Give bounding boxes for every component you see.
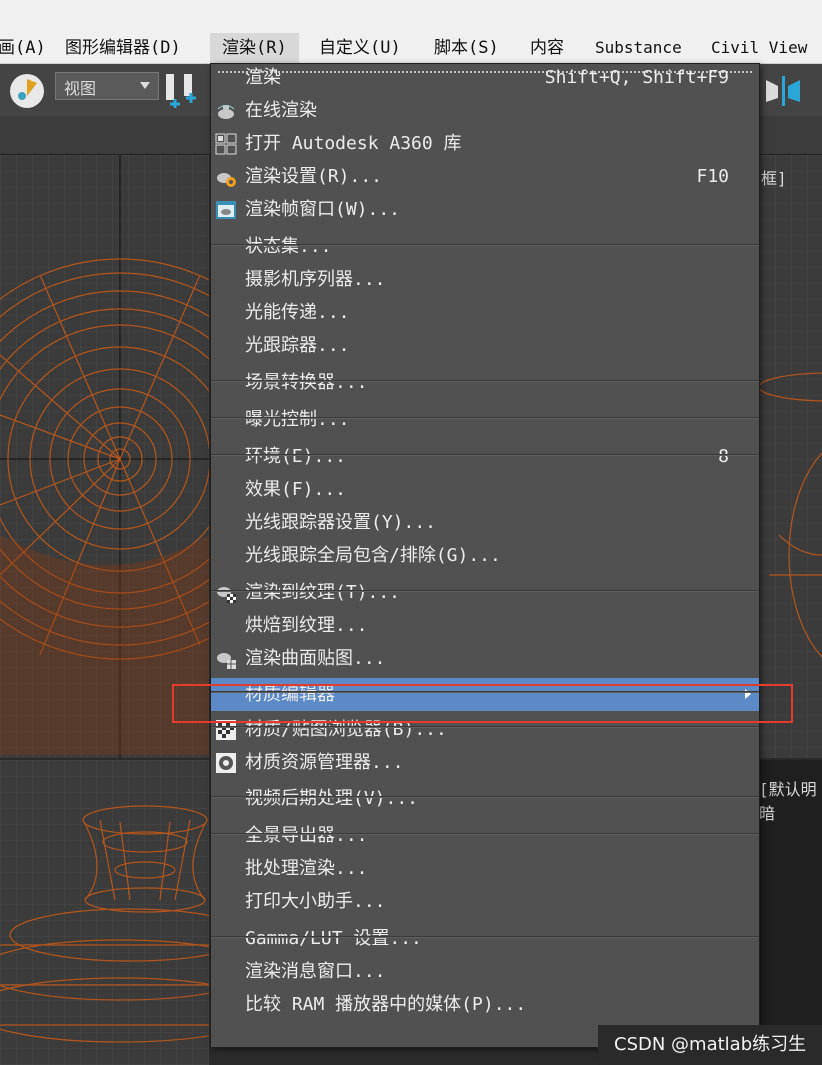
menu-item-shortcut: Shift+Q, Shift+F9	[544, 67, 729, 88]
selection-tool-icon[interactable]	[164, 72, 202, 109]
render-menu-item[interactable]: 环境(E)... 8	[211, 440, 759, 473]
menu-separator	[211, 796, 759, 798]
view-dropdown-label: 视图	[64, 79, 97, 98]
render-menu-item[interactable]: 比较 RAM 播放器中的媒体(P)...	[211, 988, 759, 1021]
rendered-frame-window-icon	[215, 199, 237, 221]
render-surface-map-icon	[215, 648, 237, 670]
menu-item-label: 视频后期处理(V)...	[245, 788, 419, 809]
viewport-label: 框]	[761, 169, 787, 188]
menu-substance[interactable]: Substance	[595, 33, 682, 63]
render-menu-item[interactable]: 渲染设置(R)... F10	[211, 160, 759, 193]
menu-item-label: 渲染设置(R)...	[245, 166, 383, 187]
render-menu-item[interactable]: 曝光控制...	[211, 403, 759, 436]
render-menu-item[interactable]: 全景导出器...	[211, 819, 759, 852]
menu-animation[interactable]: 画(A)	[0, 33, 46, 63]
render-menu-item[interactable]: 在线渲染	[211, 94, 759, 127]
menu-item-label: 渲染	[245, 67, 281, 88]
window-title-bar	[0, 0, 822, 33]
menu-item-label: 光线跟踪全局包含/排除(G)...	[245, 545, 501, 566]
render-menu-item[interactable]: 批处理渲染...	[211, 852, 759, 885]
menu-separator	[211, 244, 759, 246]
chevron-down-icon	[140, 82, 150, 89]
render-menu-item[interactable]: 打开 Autodesk A360 库	[211, 127, 759, 160]
annotation-highlight-box	[172, 684, 793, 723]
menu-item-label: 全景导出器...	[245, 825, 368, 846]
watermark: CSDN @matlab练习生	[598, 1025, 822, 1065]
a360-gallery-icon	[215, 133, 237, 155]
render-menu-item[interactable]: 光跟踪器...	[211, 329, 759, 362]
render-menu-item[interactable]: 场景转换器...	[211, 366, 759, 399]
menu-rendering[interactable]: 渲染(R)	[210, 33, 299, 63]
menu-separator	[211, 936, 759, 938]
menu-item-label: 场景转换器...	[245, 372, 368, 393]
menu-item-label: 打开 Autodesk A360 库	[245, 133, 462, 154]
menu-item-label: 渲染曲面贴图...	[245, 648, 386, 669]
render-menu-item[interactable]: 渲染帧窗口(W)...	[211, 193, 759, 226]
teapot-cloud-icon	[215, 100, 237, 122]
menu-item-label: 烘焙到纹理...	[245, 615, 368, 636]
render-menu-item[interactable]: 渲染消息窗口...	[211, 955, 759, 988]
menu-item-label: 状态集...	[245, 236, 332, 257]
viewport-bottom-left[interactable]	[0, 760, 209, 1065]
menu-customize[interactable]: 自定义(U)	[319, 33, 401, 63]
menu-item-label: 批处理渲染...	[245, 858, 368, 879]
render-setup-icon	[215, 166, 237, 188]
view-dropdown[interactable]: 视图	[55, 72, 159, 100]
viewport-shading-label: [默认明暗	[759, 780, 817, 823]
render-menu-item[interactable]: 光线跟踪全局包含/排除(G)...	[211, 539, 759, 572]
menu-separator	[211, 726, 759, 728]
render-menu-item[interactable]: 渲染 Shift+Q, Shift+F9	[211, 61, 759, 94]
menu-item-label: 渲染到纹理(T)...	[245, 582, 401, 603]
menu-item-label: 光跟踪器...	[245, 335, 350, 356]
menu-separator	[211, 417, 759, 419]
menu-separator	[211, 454, 759, 456]
render-to-texture-icon	[215, 582, 237, 604]
menu-item-shortcut: F10	[696, 166, 729, 187]
wireframe-vase	[0, 760, 209, 1065]
rendering-menu: 渲染 Shift+Q, Shift+F9 在线渲染打开 Autodesk A360 …	[210, 63, 760, 1048]
menu-item-label: 在线渲染	[245, 100, 317, 121]
render-menu-item[interactable]: 打印大小助手...	[211, 885, 759, 918]
render-menu-item[interactable]: 光能传递...	[211, 296, 759, 329]
render-menu-item[interactable]: 光线跟踪器设置(Y)...	[211, 506, 759, 539]
menu-item-label: 环境(E)...	[245, 446, 347, 467]
snap-toggle-icon[interactable]	[10, 74, 44, 108]
menu-item-label: 光线跟踪器设置(Y)...	[245, 512, 437, 533]
menu-item-label: 光能传递...	[245, 302, 350, 323]
menu-separator	[211, 590, 759, 592]
render-menu-item[interactable]: 渲染到纹理(T)...	[211, 576, 759, 609]
viewport-bottom-right[interactable]: [默认明暗	[759, 760, 822, 1065]
menu-graph-editors[interactable]: 图形编辑器(D)	[65, 33, 181, 63]
viewport-top-left[interactable]	[0, 155, 209, 758]
menu-item-label: 曝光控制...	[245, 409, 350, 430]
render-menu-item[interactable]: 材质资源管理器...	[211, 746, 759, 779]
menu-item-label: 渲染消息窗口...	[245, 961, 386, 982]
menu-bar: 画(A) 图形编辑器(D) 渲染(R) 自定义(U) 脚本(S) 内容 Subs…	[0, 33, 822, 64]
menu-item-label: Gamma/LUT 设置...	[245, 928, 422, 949]
mirror-icon[interactable]	[764, 74, 804, 106]
menu-content[interactable]: 内容	[530, 33, 564, 63]
viewport-top-right[interactable]: 框]	[759, 155, 822, 758]
menu-scripting[interactable]: 脚本(S)	[434, 33, 499, 63]
menu-item-label: 摄影机序列器...	[245, 269, 386, 290]
render-menu-item[interactable]: 状态集...	[211, 230, 759, 263]
menu-separator	[211, 833, 759, 835]
menu-item-label: 效果(F)...	[245, 479, 347, 500]
material-explorer-icon	[215, 752, 237, 774]
menu-item-shortcut: 8	[718, 446, 729, 467]
menu-item-label: 打印大小助手...	[245, 891, 386, 912]
menu-item-label: 比较 RAM 播放器中的媒体(P)...	[245, 994, 527, 1015]
render-menu-item[interactable]: Gamma/LUT 设置...	[211, 922, 759, 955]
render-menu-item[interactable]: 渲染曲面贴图...	[211, 642, 759, 675]
menu-item-label: 材质资源管理器...	[245, 752, 404, 773]
menu-separator	[211, 380, 759, 382]
menu-civil-view[interactable]: Civil View	[711, 33, 807, 63]
render-menu-item[interactable]: 效果(F)...	[211, 473, 759, 506]
menu-item-label: 渲染帧窗口(W)...	[245, 199, 401, 220]
render-menu-item[interactable]: 摄影机序列器...	[211, 263, 759, 296]
wireframe-grid	[0, 155, 209, 758]
render-menu-item[interactable]: 视频后期处理(V)...	[211, 782, 759, 815]
render-menu-item[interactable]: 烘焙到纹理...	[211, 609, 759, 642]
wireframe-right	[759, 155, 822, 758]
